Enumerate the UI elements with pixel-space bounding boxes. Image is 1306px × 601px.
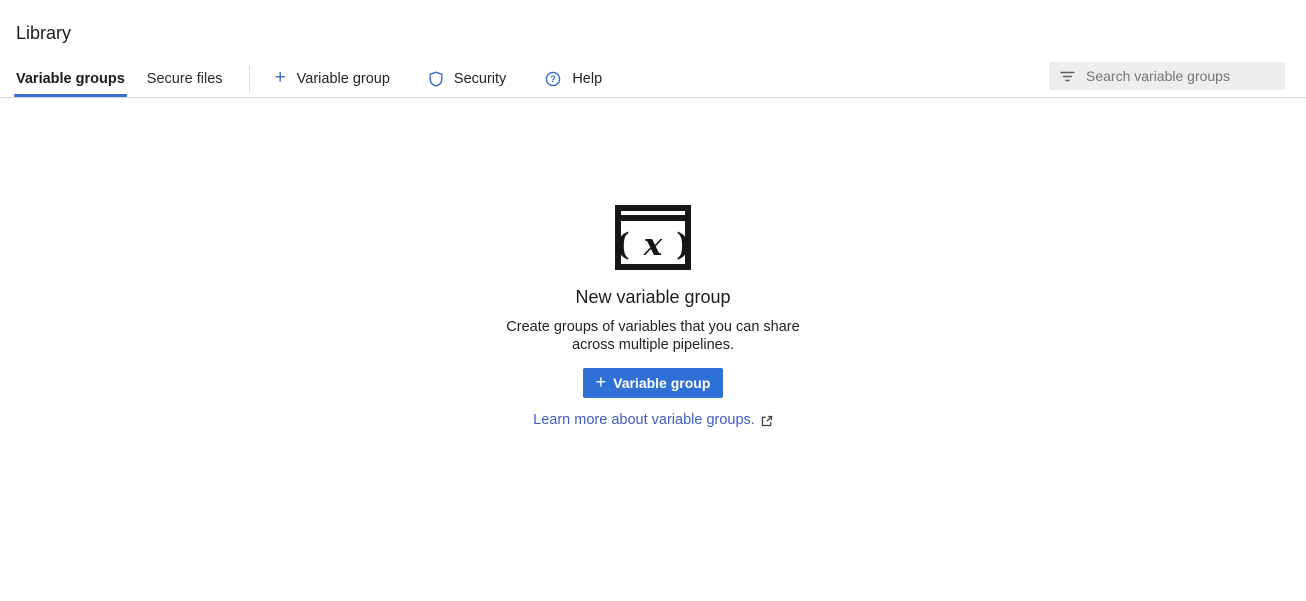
tab-bar: Variable groups Secure files + Variable … (0, 60, 1306, 98)
empty-state-title: New variable group (575, 287, 730, 307)
security-label: Security (454, 71, 506, 87)
paren-open-glyph: ( (615, 227, 630, 263)
question-mark-glyph: ? (550, 74, 556, 85)
filter-icon (1060, 71, 1075, 82)
add-variable-group-label: Variable group (297, 71, 390, 87)
variable-group-icon: ( x ) (615, 205, 691, 270)
page-title: Library (0, 0, 1306, 45)
toolbar-divider (249, 66, 250, 92)
description-line-2: across multiple pipelines. (572, 337, 734, 353)
search-box[interactable] (1049, 62, 1285, 90)
plus-icon: + (275, 68, 286, 87)
help-button[interactable]: ? Help (531, 60, 616, 97)
plus-icon: + (596, 373, 607, 391)
help-label: Help (572, 71, 602, 87)
empty-state: ( x ) New variable group Create groups o… (0, 98, 1306, 428)
learn-more-label: Learn more about variable groups. (533, 412, 755, 428)
tab-variable-groups-label: Variable groups (16, 71, 125, 87)
svg-text:( x ): ( x ) (615, 227, 690, 263)
tab-secure-files-label: Secure files (147, 71, 223, 87)
page-header: Library Variable groups Secure files + V… (0, 0, 1306, 98)
external-link-icon (761, 415, 773, 427)
learn-more-link[interactable]: Learn more about variable groups. (533, 412, 773, 428)
search-input[interactable] (1086, 68, 1274, 84)
library-page: Library Variable groups Secure files + V… (0, 0, 1306, 601)
tab-variable-groups[interactable]: Variable groups (14, 60, 127, 97)
paren-close-glyph: ) (676, 227, 691, 263)
shield-icon (429, 71, 443, 87)
tab-secure-files[interactable]: Secure files (145, 60, 225, 97)
security-button[interactable]: Security (415, 60, 520, 97)
help-icon: ? (545, 71, 561, 87)
description-line-1: Create groups of variables that you can … (506, 319, 799, 335)
x-glyph: x (643, 227, 663, 263)
create-variable-group-button[interactable]: + Variable group (583, 368, 724, 398)
create-variable-group-label: Variable group (613, 375, 710, 391)
empty-state-description: Create groups of variables that you can … (506, 319, 799, 354)
add-variable-group-button[interactable]: + Variable group (261, 60, 404, 97)
